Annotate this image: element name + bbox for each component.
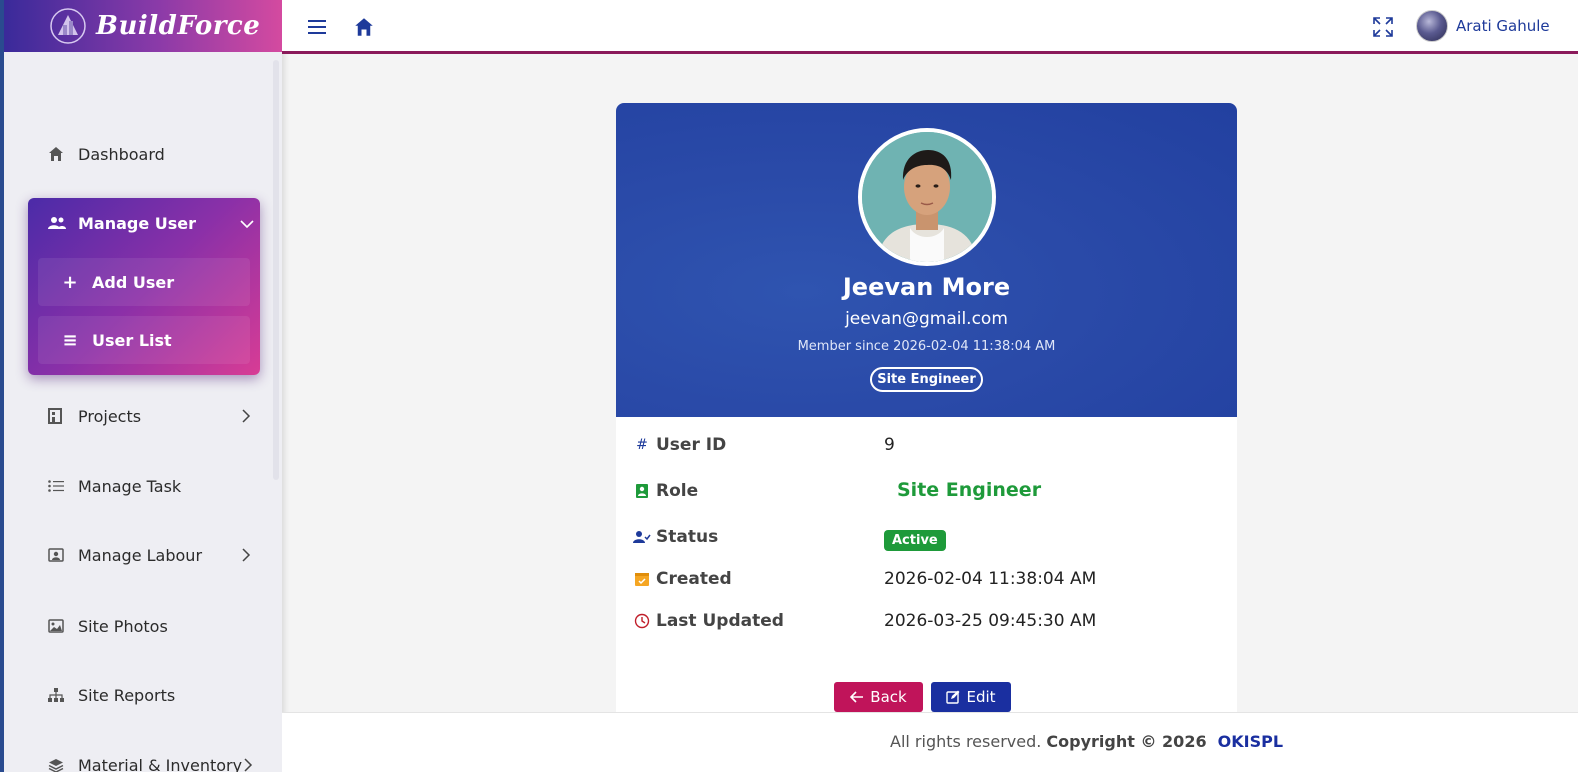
sidebar-subitem-label: User List: [92, 330, 172, 350]
sidebar-scrollbar[interactable]: [273, 60, 279, 480]
user-check-icon: [632, 530, 652, 544]
back-button-label: Back: [870, 688, 907, 706]
sidebar-item-dashboard[interactable]: Dashboard: [28, 134, 260, 174]
layers-icon: [48, 758, 70, 772]
user-menu[interactable]: Arati Gahule: [1416, 10, 1550, 42]
sidebar-item-label: Dashboard: [78, 144, 165, 164]
role-badge: Site Engineer: [870, 367, 983, 392]
avatar: [1416, 10, 1448, 42]
sidebar-item-site-photos[interactable]: Site Photos: [28, 606, 260, 646]
image-icon: [48, 619, 70, 633]
calendar-icon: [632, 571, 652, 587]
sidebar-item-material-inventory[interactable]: Material & Inventory: [28, 745, 260, 772]
top-bar: Arati Gahule: [282, 0, 1578, 54]
sidebar-item-manage-labour[interactable]: Manage Labour: [28, 535, 260, 575]
sidebar-item-label: Manage Labour: [78, 545, 203, 565]
profile-name: Jeevan More: [842, 273, 1011, 301]
profile-email: jeevan@gmail.com: [845, 309, 1008, 329]
detail-row-created: Created 2026-02-04 11:38:04 AM: [616, 565, 1237, 595]
footer-text: All rights reserved. Copyright © 2026 OK…: [890, 732, 1283, 751]
hamburger-menu-icon[interactable]: [308, 19, 326, 39]
footer-company-link[interactable]: OKISPL: [1218, 732, 1283, 751]
detail-row-last-updated: Last Updated 2026-03-25 09:45:30 AM: [616, 607, 1237, 637]
detail-label: Created: [656, 569, 732, 589]
profile-photo: [858, 128, 996, 266]
sidebar-item-projects[interactable]: Projects: [28, 396, 260, 436]
sidebar-subitem-user-list[interactable]: ≡ User List: [38, 316, 250, 364]
clock-history-icon: [632, 613, 652, 629]
footer-copyright: Copyright © 2026: [1046, 732, 1207, 751]
hash-icon: #: [636, 437, 648, 453]
id-card-icon: [632, 483, 652, 499]
sidebar-group-manage-user: Manage User + Add User ≡ User List: [28, 198, 260, 375]
sidebar-item-label: Manage Task: [78, 476, 182, 496]
detail-row-status: Status Active: [616, 523, 1237, 553]
member-since: Member since 2026-02-04 11:38:04 AM: [797, 339, 1056, 354]
chevron-right-icon: [242, 757, 254, 772]
sidebar-item-manage-task[interactable]: Manage Task: [28, 466, 260, 506]
fullscreen-icon[interactable]: [1372, 16, 1394, 42]
sidebar-subitem-add-user[interactable]: + Add User: [38, 258, 250, 306]
chevron-right-icon: [240, 408, 252, 427]
detail-label: Status: [656, 527, 719, 547]
chevron-right-icon: [240, 547, 252, 566]
edit-button-label: Edit: [966, 688, 996, 706]
sidebar-item-label: Projects: [78, 406, 142, 426]
sidebar-item-label: Site Reports: [78, 685, 176, 705]
id-badge-icon: [48, 548, 70, 562]
user-name: Arati Gahule: [1456, 17, 1550, 35]
detail-label: Last Updated: [656, 611, 784, 631]
sidebar-subitem-label: Add User: [92, 272, 175, 292]
detail-label: User ID: [656, 435, 727, 455]
brand-header[interactable]: BuildForce: [4, 0, 282, 52]
user-profile-card: Jeevan More jeevan@gmail.com Member sinc…: [616, 103, 1237, 713]
user-id-value: 9: [884, 435, 895, 455]
plus-icon: +: [62, 271, 78, 293]
sidebar-item-label: Site Photos: [78, 616, 168, 636]
profile-header: Jeevan More jeevan@gmail.com Member sinc…: [616, 103, 1237, 417]
sidebar: BuildForce Dashboard Manage User + Add U…: [0, 0, 282, 772]
home-icon[interactable]: [354, 17, 374, 41]
list-icon: [48, 480, 70, 492]
detail-row-role: Role Site Engineer: [616, 477, 1237, 507]
footer: All rights reserved. Copyright © 2026 OK…: [282, 712, 1578, 772]
sitemap-icon: [48, 688, 70, 702]
status-badge: Active: [884, 530, 946, 551]
back-button[interactable]: Back: [834, 682, 923, 712]
sidebar-item-label: Material & Inventory: [78, 755, 243, 772]
sidebar-item-manage-user[interactable]: Manage User: [28, 198, 260, 248]
last-updated-value: 2026-03-25 09:45:30 AM: [884, 611, 1097, 631]
arrow-left-icon: [850, 691, 864, 703]
list-icon: ≡: [62, 329, 78, 351]
brand-name: BuildForce: [96, 11, 261, 41]
created-value: 2026-02-04 11:38:04 AM: [884, 569, 1097, 589]
detail-label: Role: [656, 481, 699, 501]
home-icon: [48, 146, 70, 162]
users-icon: [48, 216, 70, 230]
sidebar-item-site-reports[interactable]: Site Reports: [28, 675, 260, 715]
brand-logo-icon: [48, 6, 88, 46]
detail-row-user-id: # User ID 9: [616, 431, 1237, 461]
role-value: Site Engineer: [897, 479, 1042, 501]
edit-icon: [946, 690, 960, 704]
edit-button[interactable]: Edit: [931, 682, 1011, 712]
chevron-down-icon: [240, 216, 254, 235]
footer-rights: All rights reserved.: [890, 732, 1042, 751]
sidebar-item-label: Manage User: [78, 213, 197, 233]
building-icon: [48, 408, 70, 424]
